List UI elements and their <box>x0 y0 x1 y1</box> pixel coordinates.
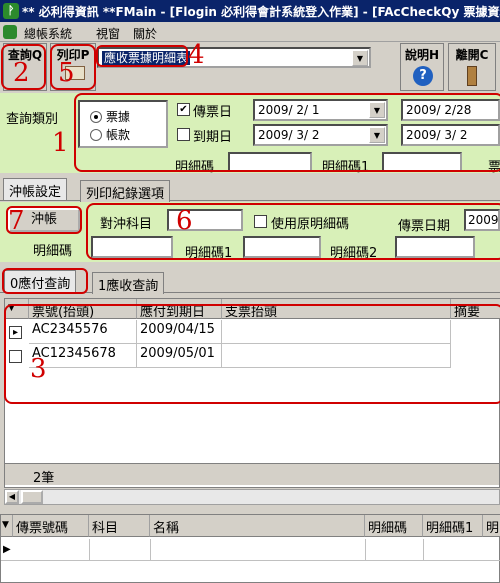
voucher-col-account[interactable]: 科目 <box>89 515 150 537</box>
menu-app-icon <box>3 25 17 39</box>
voucher-row[interactable]: ▶ <box>1 539 500 561</box>
exit-door-icon <box>467 66 477 86</box>
horizontal-scrollbar[interactable]: ◀ <box>4 489 500 505</box>
tabs-top-divider <box>0 200 500 201</box>
app-icon: ᚹ <box>3 3 19 19</box>
cell-divider <box>150 539 151 561</box>
grid-record-count: 2筆 <box>33 471 55 486</box>
voucher-grid: ▼ 傳票號碼 科目 名稱 明細碼 明細碼1 明 ▶ <box>0 514 500 583</box>
tab-print-record-options[interactable]: 列印紀錄選項 <box>80 180 171 202</box>
callout-3-number: 3 <box>30 354 47 384</box>
query-type-label: 查詢類別 <box>6 112 59 127</box>
callout-1-box <box>74 93 500 172</box>
chevron-down-icon: ▼ <box>352 50 368 66</box>
tab-receivable-query[interactable]: 1應收查詢 <box>92 272 165 294</box>
callout-tab-box <box>2 268 88 294</box>
voucher-col-name[interactable]: 名稱 <box>150 515 365 537</box>
grid-footer: 2筆 <box>5 463 499 486</box>
callout-4-box <box>96 45 188 67</box>
callout-6-number: 6 <box>176 206 193 236</box>
callout-4-number: 4 <box>188 40 205 70</box>
menu-item-window[interactable]: 視窗 <box>96 25 120 42</box>
menu-item-about[interactable]: 關於 <box>133 25 157 42</box>
callout-6-box <box>86 203 500 260</box>
scroll-thumb[interactable] <box>21 490 43 504</box>
help-button[interactable]: 說明H ? <box>400 43 444 91</box>
voucher-col-detail2-cut[interactable]: 明 <box>483 515 500 537</box>
callout-3-box <box>4 304 500 404</box>
callout-1-number: 1 <box>52 128 69 158</box>
help-button-label: 說明H <box>404 48 440 62</box>
tab-writeoff-settings[interactable]: 沖帳設定 <box>3 178 68 200</box>
voucher-col-detail[interactable]: 明細碼 <box>365 515 423 537</box>
writeoff-detail-code-label: 明細碼 <box>33 244 73 259</box>
voucher-col-detail1[interactable]: 明細碼1 <box>423 515 483 537</box>
exit-button-label: 離開C <box>455 48 489 62</box>
menu-bar: 總帳系統 視窗 關於 <box>0 22 500 42</box>
callout-5-number: 5 <box>58 58 75 88</box>
title-bar: ᚹ ** 必利得資訊 **FMain - [Flogin 必利得會計系統登入作業… <box>0 0 500 22</box>
voucher-grid-corner: ▼ <box>1 515 13 537</box>
exit-button[interactable]: 離開C <box>448 43 496 91</box>
voucher-col-no[interactable]: 傳票號碼 <box>13 515 89 537</box>
cell-divider <box>423 539 424 561</box>
callout-7-number: 7 <box>8 206 25 236</box>
window-title: ** 必利得資訊 **FMain - [Flogin 必利得會計系統登入作業] … <box>22 5 500 19</box>
row-pointer-icon: ▶ <box>3 544 11 555</box>
cell-divider <box>89 539 90 561</box>
cell-divider <box>365 539 366 561</box>
callout-2-number: 2 <box>13 58 30 88</box>
scroll-left-icon[interactable]: ◀ <box>5 490 19 504</box>
menu-item-general-ledger[interactable]: 總帳系統 <box>24 25 72 42</box>
help-icon: ? <box>413 66 433 86</box>
